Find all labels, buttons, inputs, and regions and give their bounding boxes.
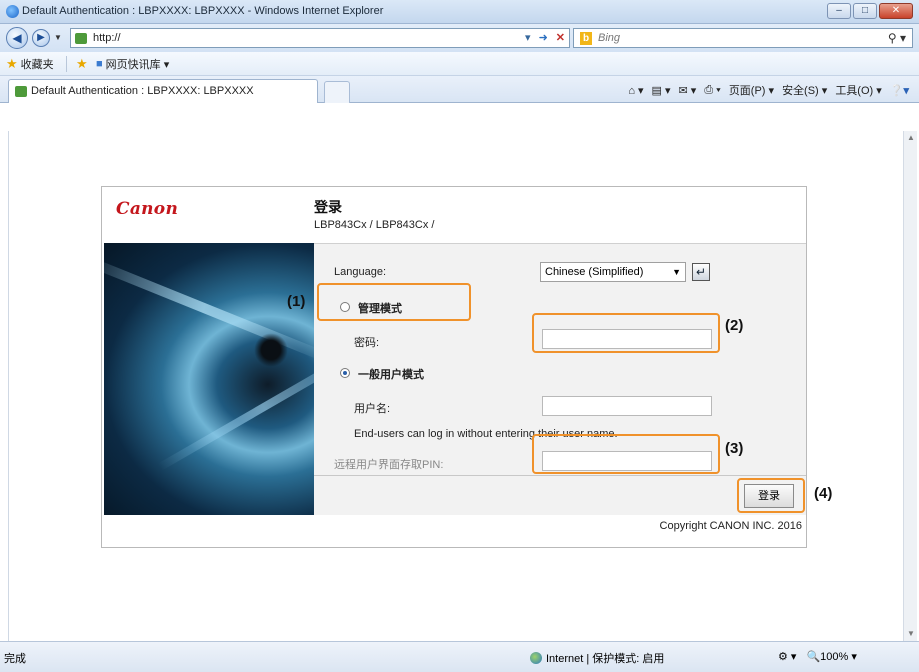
status-bar: 完成 Internet | 保护模式: 启用 ⚙ ▾ 🔍100% ▾ [0, 641, 919, 672]
general-user-radio[interactable] [340, 368, 350, 378]
tab-title: Default Authentication : LBPXXXX: LBPXXX… [31, 85, 254, 97]
language-apply-button[interactable]: ↵ [692, 263, 710, 281]
zoom-level: 100% [820, 651, 849, 663]
tools-menu[interactable]: 工具(O) ▾ [835, 82, 881, 98]
stop-icon[interactable]: ✕ [556, 31, 565, 44]
site-icon [75, 33, 87, 44]
forward-button[interactable]: ▶ [32, 29, 50, 47]
username-label: 用户名: [354, 403, 391, 415]
callout-box-2 [532, 313, 720, 353]
go-arrow-icon[interactable]: ➜ [539, 31, 548, 44]
callout-box-3 [532, 434, 720, 474]
address-field[interactable]: http:// ▾ ➜ ✕ [70, 28, 570, 48]
new-tab-button[interactable] [324, 81, 350, 103]
callout-number-4: (4) [814, 485, 833, 502]
help-icon[interactable]: ❔▾ [890, 84, 909, 97]
login-panel: Canon 登录 LBP843Cx / LBP843Cx / Language:… [101, 186, 807, 548]
mail-icon[interactable]: ✉ ▾ [679, 84, 697, 97]
language-select-value: Chinese (Simplified) [545, 266, 644, 278]
username-field[interactable] [542, 396, 712, 416]
remote-pin-label: 远程用户界面存取PIN: [334, 459, 444, 471]
print-icon[interactable]: ⎙ ▾ [704, 84, 720, 97]
language-select[interactable]: Chinese (Simplified) ▼ [540, 262, 686, 282]
internet-zone-icon [530, 652, 542, 664]
callout-number-2: (2) [725, 317, 744, 334]
favorites-button[interactable]: ★ 收藏夹 [6, 56, 54, 72]
address-dropdown-icon[interactable]: ▾ [525, 31, 531, 44]
search-input[interactable]: b Bing ⚲ ▾ [573, 28, 913, 48]
maximize-button[interactable]: □ [853, 3, 877, 19]
history-dropdown-icon[interactable]: ▼ [54, 33, 62, 42]
callout-box-1 [317, 283, 471, 321]
favorites-star-icon: ★ [6, 56, 18, 71]
address-actions: ▾ ➜ ✕ [525, 31, 565, 44]
scroll-down-icon[interactable]: ▼ [904, 627, 918, 641]
general-user-label: 一般用户模式 [358, 369, 424, 381]
add-favorite-icon: ★ [76, 56, 88, 71]
security-zone[interactable]: Internet | 保护模式: 启用 [530, 650, 664, 666]
safety-menu[interactable]: 安全(S) ▾ [782, 82, 827, 98]
favbar-divider [66, 56, 67, 72]
hero-image [104, 243, 314, 515]
tab-site-icon [15, 86, 27, 97]
add-favorite-button[interactable]: ★ [76, 56, 88, 72]
webslice-label: 网页快讯库 ▾ [105, 59, 170, 71]
button-area: 登录 [314, 475, 806, 515]
favorites-label: 收藏夹 [20, 59, 54, 71]
close-window-button[interactable]: ✕ [879, 3, 913, 19]
copyright: Copyright CANON INC. 2016 [659, 520, 802, 532]
feeds-icon[interactable]: ▤ ▾ [652, 84, 671, 97]
window-title: Default Authentication : LBPXXXX: LBPXXX… [22, 5, 384, 17]
callout-number-3: (3) [725, 440, 744, 457]
url-text: http:// [93, 32, 121, 44]
favorites-bar: ★ 收藏夹 ★ ■ 网页快讯库 ▾ [0, 52, 919, 76]
chevron-down-icon: ▼ [672, 267, 681, 277]
callout-number-1: (1) [287, 293, 306, 310]
page-title: 登录 [314, 199, 342, 215]
search-icon[interactable]: ⚲ ▾ [888, 31, 906, 45]
canon-logo: Canon [116, 199, 179, 219]
tab-bar: Default Authentication : LBPXXXX: LBPXXX… [0, 76, 919, 103]
tab-active[interactable]: Default Authentication : LBPXXXX: LBPXXX… [8, 79, 318, 103]
home-icon[interactable]: ⌂ ▾ [628, 84, 643, 97]
status-right: ⚙ ▾ 🔍100% ▾ [778, 650, 857, 663]
callout-box-4 [737, 478, 805, 513]
protected-mode-icon[interactable]: ⚙ ▾ [778, 650, 796, 663]
window-controls: – □ ✕ [827, 3, 913, 19]
command-bar: ⌂ ▾ ▤ ▾ ✉ ▾ ⎙ ▾ 页面(P) ▾ 安全(S) ▾ 工具(O) ▾ … [628, 82, 909, 98]
address-toolbar: ◀ ▶ ▼ http:// ▾ ➜ ✕ b Bing ⚲ ▾ [0, 24, 919, 52]
ie-logo-icon [6, 5, 19, 18]
language-label: Language: [334, 266, 386, 278]
webslice-gallery-button[interactable]: ■ 网页快讯库 ▾ [96, 56, 169, 72]
webslice-icon: ■ [96, 58, 103, 70]
zone-text: Internet | 保护模式: 启用 [546, 653, 665, 665]
search-placeholder: Bing [598, 32, 621, 44]
zoom-control[interactable]: 🔍100% ▾ [806, 650, 856, 663]
scroll-up-icon[interactable]: ▲ [904, 131, 918, 145]
page-menu[interactable]: 页面(P) ▾ [729, 82, 774, 98]
window-titlebar: Default Authentication : LBPXXXX: LBPXXX… [0, 0, 919, 24]
bing-logo-icon: b [580, 32, 592, 45]
back-button[interactable]: ◀ [6, 27, 28, 49]
vertical-scrollbar[interactable]: ▲ ▼ [903, 131, 917, 641]
printer-model: LBP843Cx / LBP843Cx / [314, 219, 435, 231]
password-label: 密码: [354, 337, 380, 349]
minimize-button[interactable]: – [827, 3, 851, 19]
status-text: 完成 [4, 653, 26, 665]
